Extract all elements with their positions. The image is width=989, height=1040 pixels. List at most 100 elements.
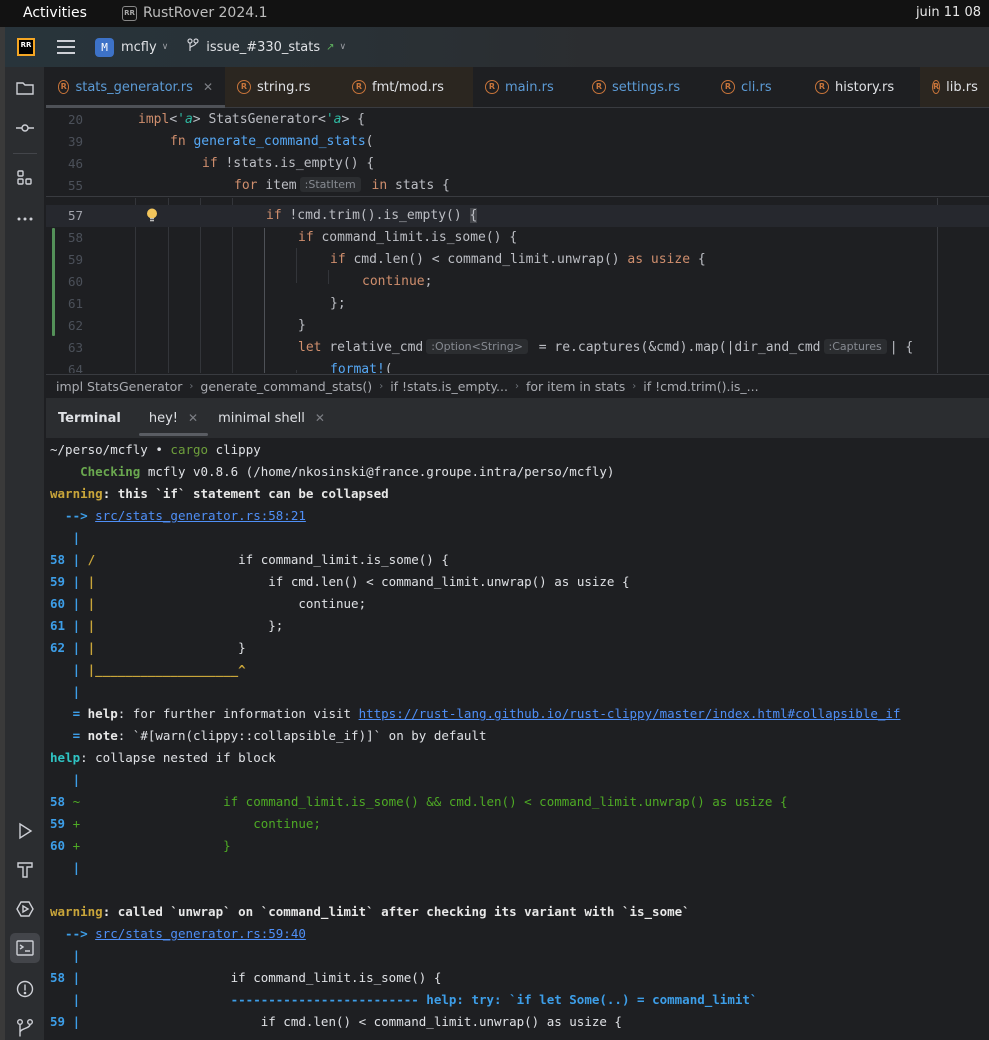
line-number[interactable]: 57: [46, 205, 83, 227]
terminal-text: + continue;: [72, 816, 321, 831]
tab-history[interactable]: R history.rs: [803, 67, 920, 107]
project-name[interactable]: mcfly: [121, 40, 157, 55]
terminal-line: | ------------------------- help: try: `…: [50, 989, 758, 1011]
rust-file-icon: R: [592, 80, 606, 94]
terminal-line: warning: called `unwrap` on `command_lim…: [50, 901, 690, 923]
terminal-line: = note: `#[warn(clippy::collapsible_if)]…: [50, 725, 487, 747]
code-line[interactable]: 58 if command_limit.is_some() {: [46, 227, 989, 249]
breadcrumb-item[interactable]: if !stats.is_empty...: [390, 379, 508, 394]
system-top-bar: Activities RR RustRover 2024.1 juin 11 0…: [0, 0, 989, 27]
sticky-code-line[interactable]: 39 fn generate_command_stats(: [46, 131, 989, 153]
code-line[interactable]: 64 format!(: [46, 359, 989, 373]
line-number[interactable]: 46: [46, 153, 83, 175]
line-number[interactable]: 39: [46, 131, 83, 153]
toolbar-divider: [13, 153, 37, 154]
code-token: if: [330, 252, 354, 267]
tab-main[interactable]: R main.rs: [473, 67, 580, 107]
code-token: fn: [170, 134, 194, 149]
line-number[interactable]: 61: [46, 293, 83, 315]
structure-icon[interactable]: [10, 163, 40, 193]
terminal-line: 58 | / if command_limit.is_some() {: [50, 549, 449, 571]
code-line[interactable]: 61};: [46, 293, 989, 315]
code-line[interactable]: 63 let relative_cmd:Option<String> = re.c…: [46, 337, 989, 359]
branch-name[interactable]: issue_#330_stats: [206, 40, 320, 55]
close-icon[interactable]: ✕: [188, 411, 198, 425]
tab-settings[interactable]: R settings.rs: [580, 67, 709, 107]
close-icon[interactable]: ✕: [315, 411, 325, 425]
terminal-text: =: [50, 728, 88, 743]
terminal-icon[interactable]: [10, 933, 40, 963]
project-badge[interactable]: M: [95, 37, 114, 57]
problems-icon[interactable]: [10, 974, 40, 1004]
folder-icon[interactable]: [10, 73, 40, 103]
breadcrumb-item[interactable]: impl StatsGenerator: [56, 379, 182, 394]
lightbulb-icon[interactable]: [146, 208, 158, 223]
code-token: let: [298, 340, 330, 355]
line-number[interactable]: 55: [46, 175, 83, 197]
terminal-tab-hey[interactable]: hey! ✕: [138, 398, 209, 438]
activities-button[interactable]: Activities: [23, 5, 87, 21]
terminal-line: |: [50, 945, 81, 967]
terminal-link[interactable]: src/stats_generator.rs:58:21: [95, 508, 306, 523]
branch-icon: [186, 38, 200, 56]
terminal-text: if cmd.len() < command_limit.unwrap() as…: [95, 574, 630, 589]
tab-string[interactable]: R string.rs: [225, 67, 340, 107]
sticky-lines-divider: [46, 196, 989, 197]
clock[interactable]: juin 11 08: [916, 5, 981, 20]
terminal-text: };: [95, 618, 284, 633]
line-number[interactable]: 60: [46, 271, 83, 293]
code-text: for item:StatItem in stats {: [234, 175, 450, 197]
terminal-link[interactable]: src/stats_generator.rs:59:40: [95, 926, 306, 941]
terminal-text: 58: [50, 794, 73, 809]
main-menu-icon[interactable]: [57, 40, 75, 54]
run-icon[interactable]: [10, 816, 40, 846]
rust-file-icon: R: [932, 80, 941, 94]
build-icon[interactable]: [10, 855, 40, 885]
more-icon[interactable]: [10, 204, 40, 234]
chevron-down-icon[interactable]: ∨: [340, 42, 347, 52]
close-icon[interactable]: ✕: [203, 80, 213, 94]
tab-fmt-mod[interactable]: R fmt/mod.rs: [340, 67, 473, 107]
line-number[interactable]: 59: [46, 249, 83, 271]
tab-stats-generator[interactable]: R stats_generator.rs ✕: [46, 67, 225, 108]
sticky-code-line[interactable]: 55 for item:StatItem in stats {: [46, 175, 989, 197]
code-text: if cmd.len() < command_limit.unwrap() as…: [330, 249, 706, 271]
terminal-text: |: [50, 772, 81, 787]
code-editor[interactable]: 57 if !cmd.trim().is_empty() {58 if comman…: [46, 108, 989, 373]
terminal-text: =: [50, 706, 88, 721]
tab-lib[interactable]: R lib.rs: [920, 67, 989, 107]
terminal-link[interactable]: https://rust-lang.github.io/rust-clippy/…: [359, 706, 901, 721]
line-number[interactable]: 58: [46, 227, 83, 249]
app-menu[interactable]: RR RustRover 2024.1: [122, 5, 268, 21]
terminal-text: |: [50, 860, 81, 875]
terminal-tab-minimal-shell[interactable]: minimal shell ✕: [208, 398, 335, 438]
breadcrumb-item[interactable]: generate_command_stats(): [200, 379, 372, 394]
line-number[interactable]: 62: [46, 315, 83, 337]
code-line[interactable]: 57 if !cmd.trim().is_empty() {: [46, 205, 989, 227]
code-line[interactable]: 59 if cmd.len() < command_limit.unwrap() …: [46, 249, 989, 271]
rust-file-icon: R: [721, 80, 735, 94]
commit-icon[interactable]: [10, 113, 40, 143]
terminal-output[interactable]: ~/perso/mcfly • cargo clippy Checking mc…: [46, 438, 989, 1040]
chevron-down-icon[interactable]: ∨: [162, 42, 169, 52]
breadcrumb-item[interactable]: for item in stats: [526, 379, 625, 394]
code-line[interactable]: 60 continue;: [46, 271, 989, 293]
terminal-text: : `#[warn(clippy::collapsible_if)]` on b…: [117, 728, 487, 743]
code-text: if !cmd.trim().is_empty() {: [266, 205, 478, 227]
terminal-line: help: collapse nested if block: [50, 747, 276, 769]
terminal-text: ------------------------- help: try: `if…: [87, 992, 758, 1007]
breadcrumb-item[interactable]: if !cmd.trim().is_...: [643, 379, 758, 394]
code-token: if: [266, 208, 290, 223]
services-icon[interactable]: [10, 894, 40, 924]
code-line[interactable]: 62}: [46, 315, 989, 337]
terminal-line: |: [50, 769, 81, 791]
terminal-line: | |___________________^: [50, 659, 246, 681]
line-number[interactable]: 64: [46, 359, 83, 373]
git-icon[interactable]: [10, 1013, 40, 1040]
terminal-title: Terminal: [58, 410, 121, 426]
line-number[interactable]: 63: [46, 337, 83, 359]
line-number[interactable]: 20: [46, 109, 83, 131]
tab-cli[interactable]: R cli.rs: [709, 67, 803, 107]
sticky-code-line[interactable]: 46 if !stats.is_empty() {: [46, 153, 989, 175]
sticky-code-line[interactable]: 20 impl<'a> StatsGenerator<'a> {: [46, 109, 989, 131]
